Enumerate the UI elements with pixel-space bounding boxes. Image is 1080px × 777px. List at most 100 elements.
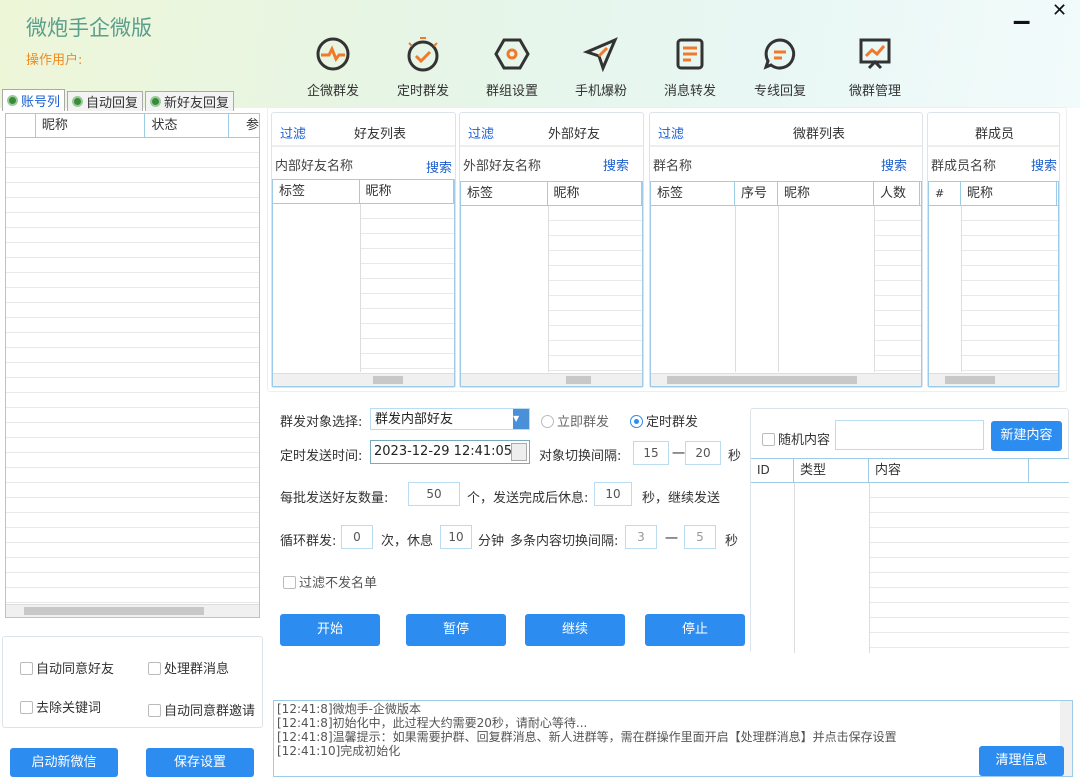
horizontal-scrollbar[interactable] xyxy=(273,373,454,386)
tab-accounts[interactable]: 账号列 xyxy=(2,89,66,111)
close-button[interactable]: ✕ xyxy=(1052,0,1067,21)
continue-button[interactable]: 继续 xyxy=(525,614,625,646)
search-label: 外部好友名称 xyxy=(463,159,542,174)
clear-log-button[interactable]: 清理信息 xyxy=(979,746,1064,776)
handle-group-msg-checkbox[interactable]: 处理群消息 xyxy=(148,658,229,677)
toolbar-label: 定时群发 xyxy=(396,84,449,99)
friends-panel: 过滤 好友列表 内部好友名称 搜索 标签 昵称 xyxy=(271,112,456,388)
filter-link[interactable]: 过滤 xyxy=(280,123,306,142)
panel-title: 好友列表 xyxy=(354,127,407,142)
auto-accept-friend-checkbox[interactable]: 自动同意好友 xyxy=(20,658,114,677)
time-value: 2023-12-29 12:41:05 xyxy=(374,444,513,459)
col-header: 人数 xyxy=(874,182,920,205)
toolbar-qiwei-broadcast[interactable]: 企微群发 xyxy=(293,34,373,99)
toolbar-label: 手机爆粉 xyxy=(574,84,627,99)
account-table[interactable]: 昵称 状态参 xyxy=(5,113,260,618)
external-friends-panel: 过滤 外部好友 外部好友名称 搜索 标签 昵称 xyxy=(459,112,644,388)
loop-count-input[interactable]: 0 xyxy=(341,525,373,549)
switch-min-input[interactable]: 15 xyxy=(633,441,669,465)
horizontal-scrollbar[interactable] xyxy=(929,373,1058,386)
remove-keywords-checkbox[interactable]: 去除关键词 xyxy=(20,697,101,716)
col-header: 昵称 xyxy=(36,114,146,137)
tab-auto-reply[interactable]: 自动回复 xyxy=(67,91,144,111)
batch-input[interactable]: 50 xyxy=(408,482,460,506)
target-select[interactable]: 群发内部好友 ▼ xyxy=(370,408,530,430)
toolbar-group-settings[interactable]: 群组设置 xyxy=(472,34,552,99)
radio-immediate[interactable]: 立即群发 xyxy=(541,411,609,430)
multi-min-input[interactable]: 3 xyxy=(625,525,657,549)
log-line: [12:41:10]完成初始化 xyxy=(277,744,401,758)
col-header: 序号 xyxy=(735,182,778,205)
tab-label: 新好友回复 xyxy=(164,96,230,111)
col-header: 昵称 xyxy=(360,180,454,203)
groups-table[interactable]: 标签 序号 昵称 人数 xyxy=(650,181,922,387)
radio-timed[interactable]: 定时群发 xyxy=(630,411,698,430)
loop-rest-label: 次，休息 xyxy=(381,534,434,549)
spinner-icon[interactable] xyxy=(511,443,527,461)
search-button[interactable]: 搜索 xyxy=(426,157,452,176)
multi-max-input[interactable]: 5 xyxy=(684,525,716,549)
col-header: 昵称 xyxy=(778,182,874,205)
toolbar-label: 企微群发 xyxy=(306,84,359,99)
horizontal-scrollbar[interactable] xyxy=(6,604,259,617)
multi-interval-label: 多条内容切换间隔: xyxy=(510,534,619,549)
panel-title: 群成员 xyxy=(975,127,1015,142)
horizontal-scrollbar[interactable] xyxy=(461,373,642,386)
col-header: 标签 xyxy=(651,182,735,205)
toolbar-phone-fans[interactable]: 手机爆粉 xyxy=(561,34,641,99)
col-header: 参 xyxy=(245,118,259,133)
random-content-checkbox[interactable]: 随机内容 xyxy=(762,429,830,448)
search-button[interactable]: 搜索 xyxy=(881,155,907,174)
minimize-button[interactable]: ▁ xyxy=(1014,0,1029,24)
time-picker[interactable]: 2023-12-29 12:41:05 xyxy=(370,440,530,464)
search-button[interactable]: 搜索 xyxy=(1031,155,1057,174)
toolbar-message-forward[interactable]: 消息转发 xyxy=(650,34,730,99)
loop-rest-input[interactable]: 10 xyxy=(440,525,472,549)
time-label: 定时发送时间: xyxy=(280,449,363,464)
toolbar-label: 微群管理 xyxy=(848,84,901,99)
col-header: ID xyxy=(751,459,794,482)
col-header: 昵称 xyxy=(548,182,642,205)
log-line: [12:41:8]微炮手-企微版本 xyxy=(277,702,421,716)
filter-blacklist-checkbox[interactable]: 过滤不发名单 xyxy=(283,572,377,591)
filter-link[interactable]: 过滤 xyxy=(658,123,684,142)
toolbar-dedicated-reply[interactable]: 专线回复 xyxy=(740,34,820,99)
search-label: 群名称 xyxy=(653,159,693,174)
tab-label: 账号列 xyxy=(21,95,61,110)
new-content-button[interactable]: 新建内容 xyxy=(991,421,1062,451)
external-table[interactable]: 标签 昵称 xyxy=(460,181,643,387)
batch-end-label: 秒，继续发送 xyxy=(642,491,721,506)
switch-interval-label: 对象切换间隔: xyxy=(539,449,622,464)
stop-button[interactable]: 停止 xyxy=(645,614,745,646)
gear-icon xyxy=(72,96,84,107)
friends-table[interactable]: 标签 昵称 xyxy=(272,179,455,387)
log-area[interactable]: [12:41:8]微炮手-企微版本 [12:41:8]初始化中，此过程大约需要2… xyxy=(273,700,1073,777)
toolbar-label: 群组设置 xyxy=(485,84,538,99)
start-new-wechat-button[interactable]: 启动新微信 xyxy=(10,748,118,777)
toolbar-group-management[interactable]: 微群管理 xyxy=(835,34,915,99)
auto-accept-group-invite-checkbox[interactable]: 自动同意群邀请 xyxy=(148,700,255,719)
target-value: 群发内部好友 xyxy=(375,412,454,427)
col-header: 标签 xyxy=(273,180,360,203)
chart-board-icon xyxy=(859,38,891,70)
content-table[interactable]: ID 类型 内容 xyxy=(751,458,1069,653)
search-label: 内部好友名称 xyxy=(275,159,354,174)
horizontal-scrollbar[interactable] xyxy=(651,373,921,386)
content-input[interactable] xyxy=(835,420,984,450)
toolbar-timed-broadcast[interactable]: 定时群发 xyxy=(383,34,463,99)
dash: 一 xyxy=(672,447,686,462)
filter-link[interactable]: 过滤 xyxy=(468,123,494,142)
col-header: 类型 xyxy=(794,459,869,482)
members-table[interactable]: # 昵称 xyxy=(928,181,1059,387)
search-label: 群成员名称 xyxy=(931,159,997,174)
pause-button[interactable]: 暂停 xyxy=(406,614,506,646)
gear-icon xyxy=(150,96,162,107)
start-button[interactable]: 开始 xyxy=(280,614,380,646)
tab-new-friend-reply[interactable]: 新好友回复 xyxy=(145,91,235,111)
switch-max-input[interactable]: 20 xyxy=(685,441,721,465)
rest-input[interactable]: 10 xyxy=(594,482,632,506)
search-button[interactable]: 搜索 xyxy=(603,155,629,174)
save-settings-button[interactable]: 保存设置 xyxy=(146,748,254,777)
col-header: 状态 xyxy=(145,114,230,137)
app-title: 微炮手企微版 xyxy=(26,16,152,40)
